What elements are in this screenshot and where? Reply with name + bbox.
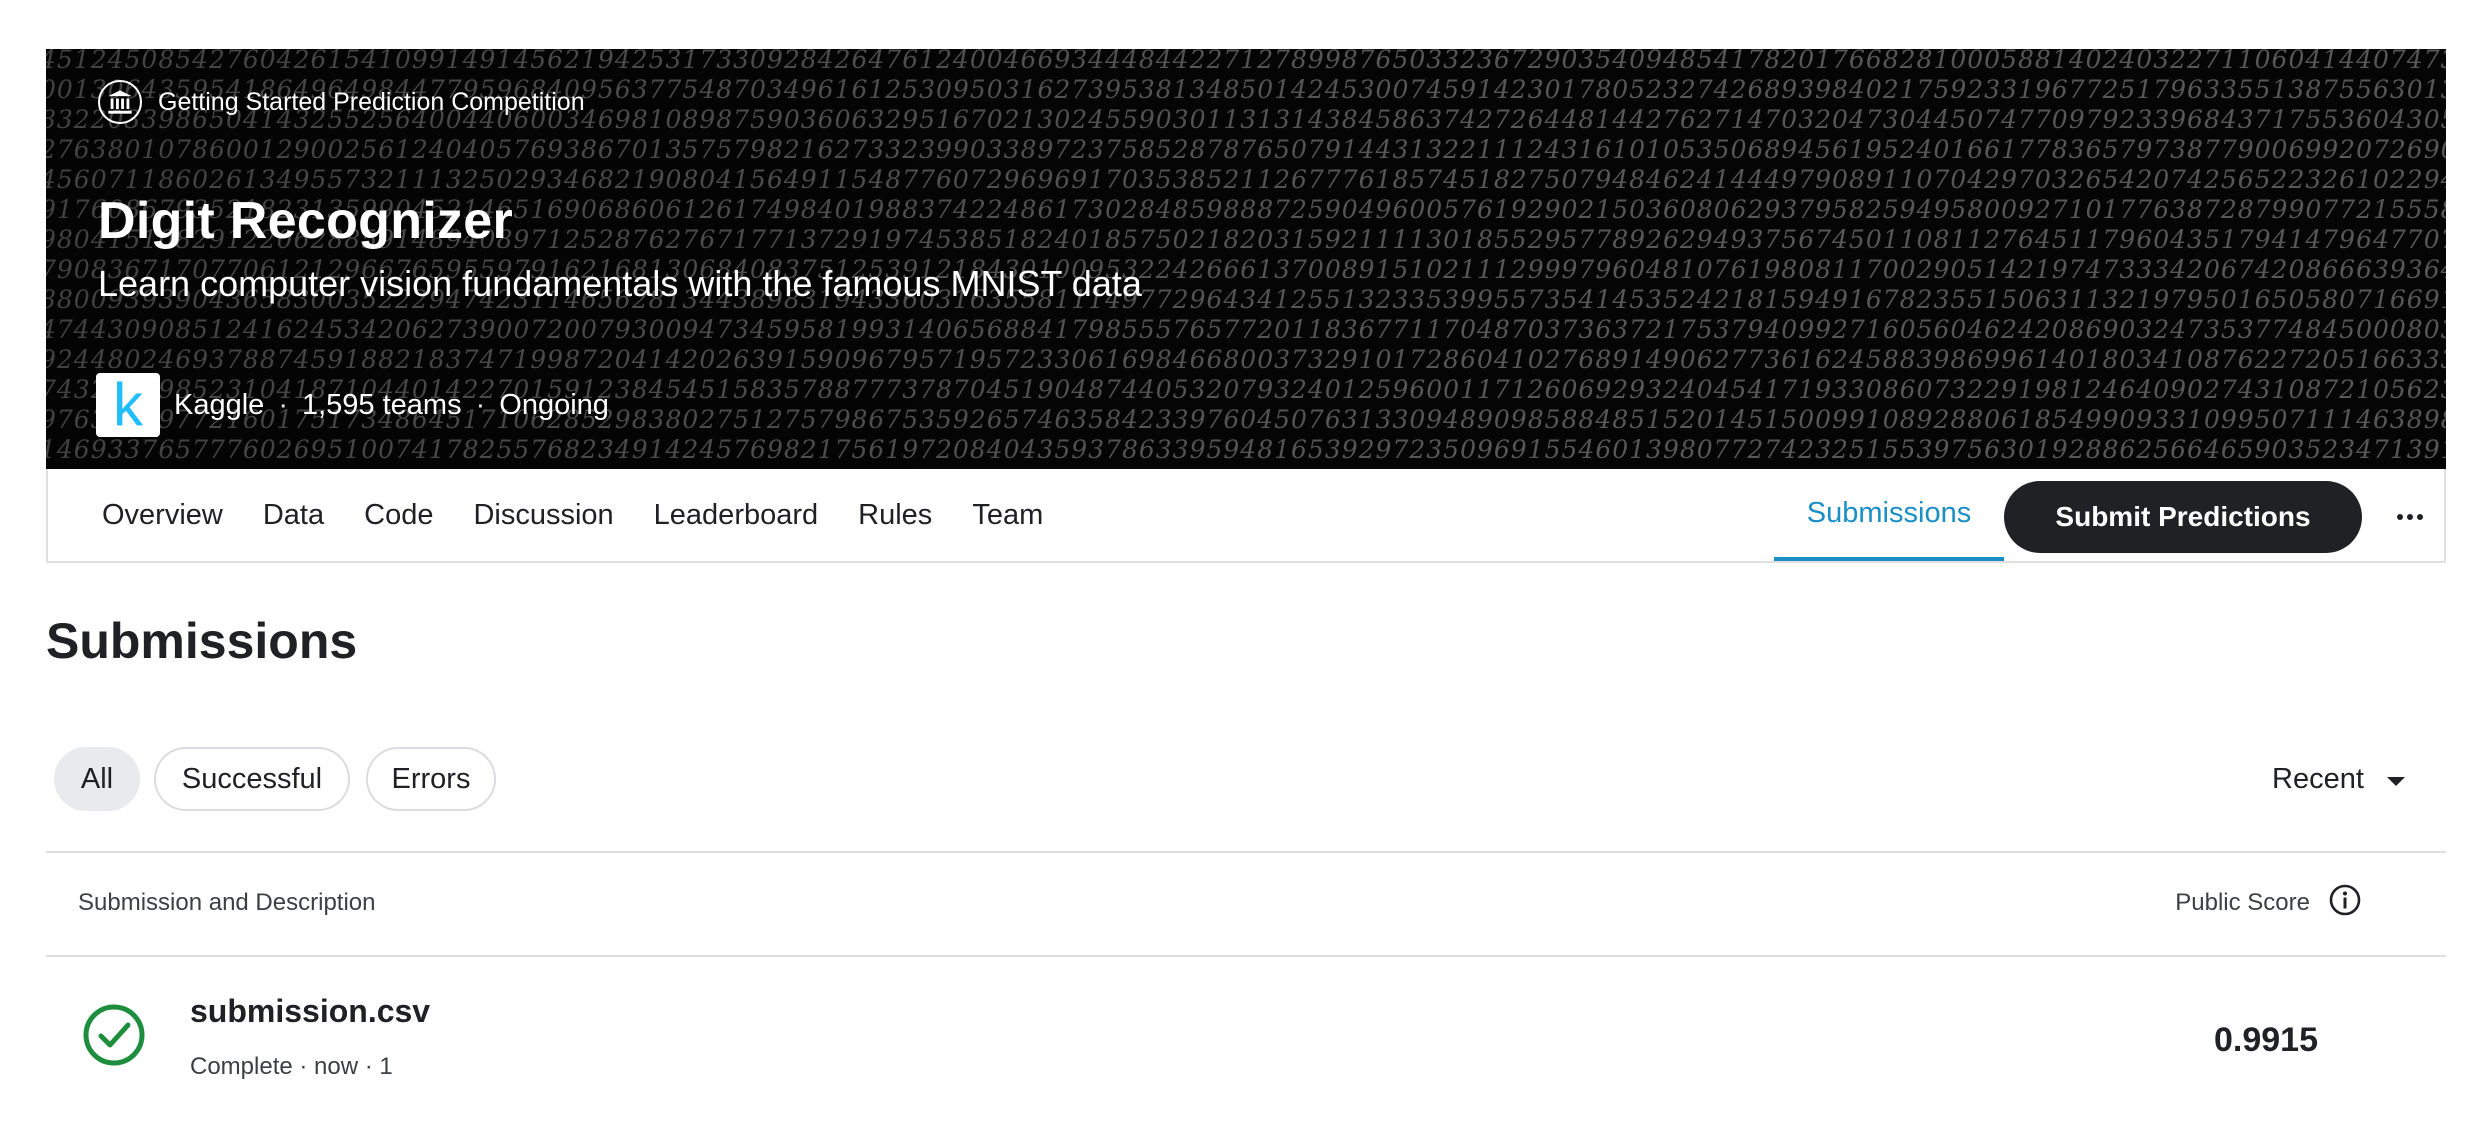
public-score-value: 0.9915 (2214, 1021, 2318, 1059)
competition-subtitle: Learn computer vision fundamentals with … (98, 263, 1142, 304)
competition-status: Ongoing (499, 388, 609, 421)
submission-meta: Complete · now · 1 (190, 1053, 393, 1080)
host-name[interactable]: Kaggle (174, 389, 264, 422)
info-icon[interactable] (2328, 883, 2362, 924)
column-public-score-label: Public Score (2175, 889, 2310, 916)
competition-meta: k Kaggle · 1,595 teams · Ongoing (96, 372, 609, 438)
submission-file-name[interactable]: submission.csv (190, 993, 430, 1030)
tab-leaderboard[interactable]: Leaderboard (654, 499, 818, 532)
filter-chip-all[interactable]: All (54, 747, 140, 811)
tab-submissions[interactable]: Submissions (1774, 469, 2004, 561)
competition-tab-bar: Overview Data Code Discussion Leaderboar… (46, 469, 2446, 563)
tab-overview[interactable]: Overview (102, 499, 223, 532)
table-header: Submission and Description Public Score (46, 851, 2446, 957)
table-row[interactable]: submission.csv Complete · now · 1 0.9915 (46, 957, 2446, 1144)
filter-chip-errors[interactable]: Errors (366, 747, 496, 811)
tab-code[interactable]: Code (364, 499, 433, 532)
team-count: 1,595 teams (301, 388, 462, 421)
separator-dot: · (475, 388, 486, 421)
column-public-score: Public Score (2175, 883, 2362, 923)
caret-down-icon (2386, 763, 2406, 796)
category-label: Getting Started Prediction Competition (158, 87, 585, 116)
sort-label: Recent (2272, 762, 2364, 795)
column-submission: Submission and Description (78, 889, 376, 916)
check-circle-icon (82, 1003, 146, 1067)
kaggle-logo-icon[interactable]: k (96, 373, 160, 437)
tab-discussion[interactable]: Discussion (473, 499, 613, 532)
competition-title: Digit Recognizer (98, 192, 514, 250)
competition-header: 4512450854276042615410991491456219425317… (46, 49, 2446, 469)
tab-rules[interactable]: Rules (858, 499, 932, 532)
tab-data[interactable]: Data (263, 499, 324, 532)
tab-team[interactable]: Team (972, 499, 1043, 532)
separator-dot: · (278, 388, 288, 421)
page-title: Submissions (46, 613, 358, 669)
filter-chip-successful[interactable]: Successful (154, 747, 350, 811)
more-options-icon[interactable] (2386, 493, 2434, 541)
tab-list: Overview Data Code Discussion Leaderboar… (102, 469, 1043, 561)
institution-icon (98, 80, 142, 124)
competition-category: Getting Started Prediction Competition (98, 79, 585, 125)
sort-dropdown[interactable]: Recent (2272, 755, 2406, 803)
submit-predictions-button[interactable]: Submit Predictions (2004, 481, 2362, 553)
